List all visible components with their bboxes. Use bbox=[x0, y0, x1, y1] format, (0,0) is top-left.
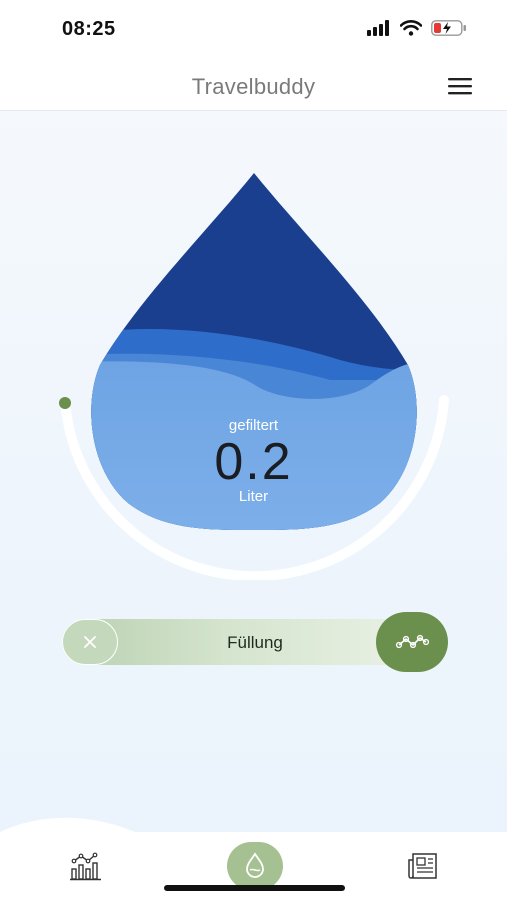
status-time: 08:25 bbox=[62, 18, 116, 40]
nav-statistics[interactable] bbox=[68, 850, 104, 882]
gauge-unit: Liter bbox=[238, 488, 269, 505]
wifi-icon bbox=[399, 20, 423, 41]
battery-charging-icon bbox=[431, 20, 467, 41]
news-icon bbox=[408, 853, 437, 879]
nav-water[interactable] bbox=[227, 842, 283, 890]
home-indicator bbox=[164, 885, 345, 891]
signal-icon bbox=[367, 20, 391, 41]
water-drop-icon bbox=[246, 852, 264, 878]
status-icons bbox=[367, 20, 467, 41]
trend-icon bbox=[395, 634, 430, 649]
gauge-value: 0.2 bbox=[214, 433, 293, 491]
app-header: Travelbuddy bbox=[0, 62, 507, 111]
nav-news[interactable] bbox=[406, 850, 440, 882]
slider-handle[interactable] bbox=[376, 612, 448, 672]
hamburger-menu-icon bbox=[448, 78, 472, 95]
page-title: Travelbuddy bbox=[191, 74, 316, 99]
water-drop-graphic bbox=[59, 173, 449, 580]
statistics-icon bbox=[70, 852, 101, 881]
progress-dot bbox=[59, 397, 71, 409]
status-bar: 08:25 bbox=[0, 0, 507, 62]
water-drop-gauge: gefiltert 0.2 Liter bbox=[0, 110, 507, 580]
menu-button[interactable] bbox=[445, 72, 475, 100]
